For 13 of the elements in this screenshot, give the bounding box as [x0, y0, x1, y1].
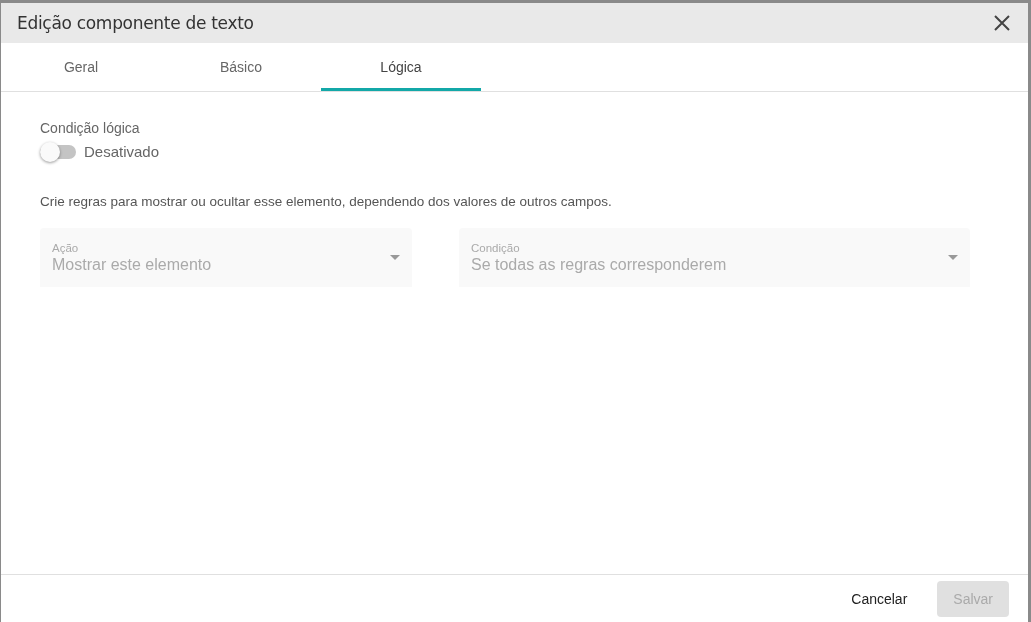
tab[interactable]: Geral: [1, 43, 161, 91]
tab[interactable]: Básico: [161, 43, 321, 91]
dropdown-caret-icon: [948, 255, 958, 260]
toggle-switch[interactable]: [40, 144, 76, 159]
toggle-label: Desativado: [84, 143, 160, 160]
section-label: Condição lógica: [40, 120, 141, 136]
dropdown-caret-icon: [390, 255, 400, 260]
description-text: Crie regras para mostrar ou ocultar esse elemento, dependendo dos valores de outros campos.: [40, 194, 613, 209]
tab[interactable]: Lógica: [321, 43, 481, 91]
cancel-button[interactable]: Cancelar: [835, 580, 924, 617]
close-button[interactable]: [992, 13, 1012, 33]
close-icon: [992, 13, 1012, 33]
dialog-title: Edição componente de texto: [17, 13, 254, 33]
